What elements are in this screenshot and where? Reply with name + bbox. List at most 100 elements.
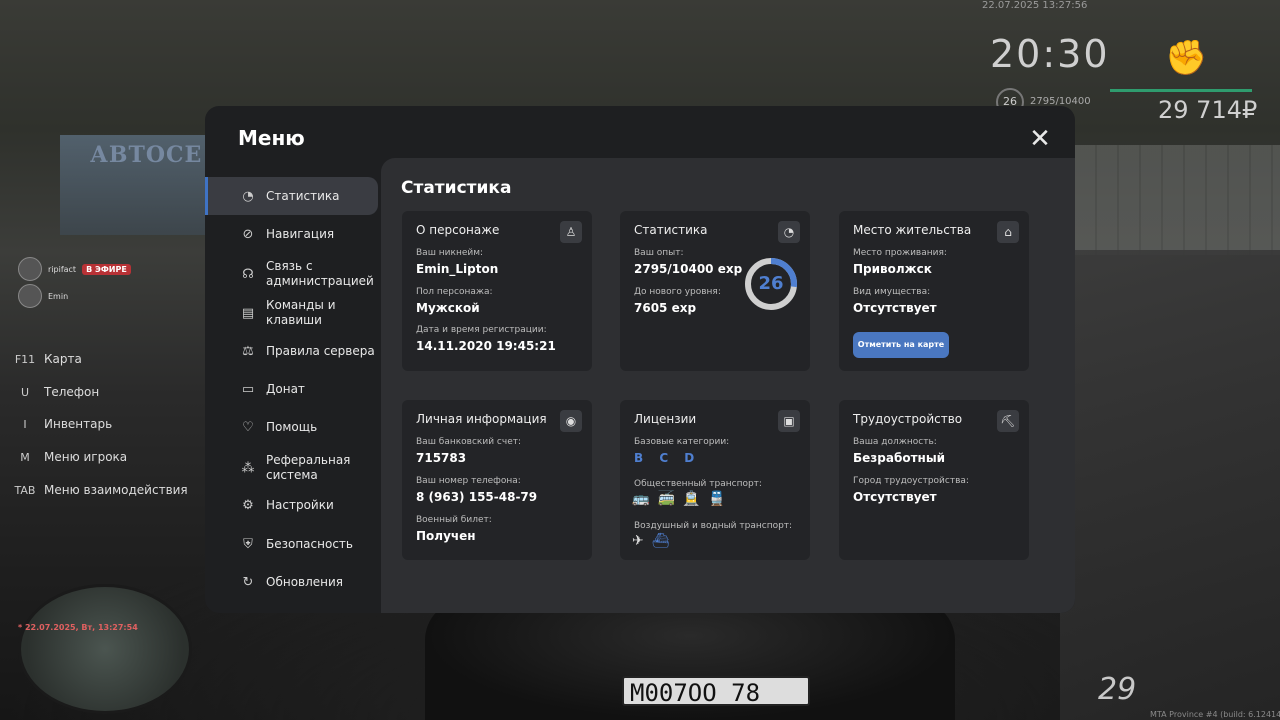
statistics-card: Статистика ◔ Ваш опыт: 2795/10400 exp До… xyxy=(620,211,810,371)
minimap-datetime: * 22.07.2025, Вт, 13:27:54 xyxy=(18,623,138,632)
shop-sign: АВТОСЕ xyxy=(90,142,203,168)
train-icon: 🚆 xyxy=(708,491,726,507)
position-label: Ваша должность: xyxy=(853,437,937,447)
wallet-icon: ▭ xyxy=(241,381,255,397)
residence-card: Место жительства ⌂ Место проживания: При… xyxy=(839,211,1029,371)
heart-hand-icon: ♡ xyxy=(242,419,254,435)
sidebar-item-navigation[interactable]: ⊘ Навигация xyxy=(205,220,375,248)
bg-wall xyxy=(1075,145,1280,255)
hotkey-label: Меню игрока xyxy=(44,450,128,464)
plane-icon: ✈ xyxy=(632,533,644,549)
tram-icon: 🚊 xyxy=(682,491,701,507)
gear-icon: ⚙ xyxy=(242,497,254,513)
menu-title: Меню xyxy=(238,126,305,150)
sidebar-item-label: Команды и клавиши xyxy=(266,298,336,327)
hud-health-bar xyxy=(1110,89,1252,92)
hotkey-key: F11 xyxy=(14,352,36,366)
sidebar-item-statistics[interactable]: ◔ Статистика xyxy=(205,177,378,215)
public-transport-label: Общественный транспорт: xyxy=(634,479,762,489)
headset-icon: ☊ xyxy=(242,266,254,282)
hotkey-phone: U Телефон xyxy=(12,385,99,399)
hud-clock: 20:30 xyxy=(990,32,1110,76)
property-value: Отсутствует xyxy=(853,301,937,315)
chat-name: Emin xyxy=(48,291,69,301)
sidebar-item-settings[interactable]: ⚙ Настройки xyxy=(205,491,375,519)
exp-value: 2795/10400 exp xyxy=(634,262,743,276)
sidebar-item-help[interactable]: ♡ Помощь xyxy=(205,413,375,441)
sidebar-item-admin-contact[interactable]: ☊ Связь с администрацией xyxy=(205,256,375,292)
live-badge: В ЭФИРЕ xyxy=(82,263,131,275)
menu-window: Меню ✕ ◔ Статистика ⊘ Навигация ☊ Связь с а… xyxy=(205,106,1075,613)
military-label: Военный билет: xyxy=(416,515,492,525)
stats-icon: ◔ xyxy=(242,188,254,204)
sidebar-item-label: Настройки xyxy=(266,498,334,512)
base-categories-label: Базовые категории: xyxy=(634,437,730,447)
base-categories-value: B C D xyxy=(634,451,701,465)
voice-chat-row: ripifact В ЭФИРЕ xyxy=(18,257,131,281)
sidebar-item-security[interactable]: ⛨ Безопасность xyxy=(205,530,375,558)
hotkey-map: F11 Карта xyxy=(12,352,82,366)
hotkey-label: Инвентарь xyxy=(44,417,113,431)
fist-icon: ✊ xyxy=(1165,38,1208,78)
licenses-card: Лицензии ▣ Базовые категории: B C D Обще… xyxy=(620,400,810,560)
air-water-label: Воздушный и водный транспорт: xyxy=(634,521,793,531)
personal-card: Личная информация ◉ Ваш банковский счет:… xyxy=(402,400,592,560)
trolleybus-icon: 🚎 xyxy=(657,491,675,507)
sidebar-item-rules[interactable]: ⚖ Правила сервера xyxy=(205,337,375,365)
employment-city-label: Город трудоустройства: xyxy=(853,476,969,486)
bus-icon: 🚌 xyxy=(632,491,650,507)
id-card-icon: ▣ xyxy=(778,410,800,432)
minimap xyxy=(18,584,192,714)
hotkey-key: U xyxy=(20,385,30,399)
user-circle-icon: ◉ xyxy=(560,410,582,432)
sidebar-item-donate[interactable]: ▭ Донат xyxy=(205,375,375,403)
card-title: Лицензии xyxy=(634,412,697,426)
card-title: Статистика xyxy=(634,223,708,237)
bank-label: Ваш банковский счет: xyxy=(416,437,522,447)
license-plate: М007ОО 78 xyxy=(622,676,810,707)
mark-on-map-button[interactable]: Отметить на карте xyxy=(853,332,949,358)
next-level-value: 7605 exp xyxy=(634,301,697,315)
hotkey-label: Телефон xyxy=(44,385,100,399)
residence-value: Приволжск xyxy=(853,262,932,276)
user-icon: ♙ xyxy=(560,221,582,243)
phone-value: 8 (963) 155-48-79 xyxy=(416,490,538,504)
sidebar-item-label: Безопасность xyxy=(266,537,353,551)
refresh-icon: ↻ xyxy=(242,574,254,590)
gender-value: Мужской xyxy=(416,301,480,315)
card-title: Личная информация xyxy=(416,412,547,426)
home-icon: ⌂ xyxy=(997,221,1019,243)
property-label: Вид имущества: xyxy=(853,287,931,297)
bg-road xyxy=(1060,250,1280,720)
sidebar-item-updates[interactable]: ↻ Обновления xyxy=(205,568,375,596)
scales-icon: ⚖ xyxy=(242,343,254,359)
hotkey-key: M xyxy=(20,450,30,464)
sidebar-item-label: Статистика xyxy=(266,189,340,203)
character-card: О персонаже ♙ Ваш никнейм: Emin_Lipton П… xyxy=(402,211,592,371)
shield-icon: ⛨ xyxy=(243,536,253,552)
sidebar-item-label: Правила сервера xyxy=(266,344,375,358)
network-icon: ⁂ xyxy=(241,460,255,476)
card-title: О персонаже xyxy=(416,223,500,237)
build-info: MTA Province #4 (build: 6.12414.9 xyxy=(1150,710,1280,719)
hotkey-key: I xyxy=(23,417,27,431)
boat-icon: ⛴ xyxy=(651,533,670,549)
sidebar-item-commands[interactable]: ▤ Команды и клавиши xyxy=(205,295,375,331)
sidebar-item-referral[interactable]: ⁂ Реферальная система xyxy=(205,450,375,486)
hud-money: 29 714₽ xyxy=(1158,96,1258,124)
phone-label: Ваш номер телефона: xyxy=(416,476,521,486)
avatar xyxy=(18,284,42,308)
sidebar-item-label: Навигация xyxy=(266,227,335,241)
hotkey-inventory: I Инвентарь xyxy=(12,417,112,431)
exp-label: Ваш опыт: xyxy=(634,248,684,258)
stats-icon: ◔ xyxy=(778,221,800,243)
sidebar-item-label: Реферальная система xyxy=(266,453,351,482)
close-button[interactable]: ✕ xyxy=(1027,126,1053,152)
registration-label: Дата и время регистрации: xyxy=(416,325,547,335)
sidebar-item-label: Помощь xyxy=(266,420,318,434)
chat-name: ripifact xyxy=(48,264,77,274)
position-value: Безработный xyxy=(853,451,946,465)
hotkey-player-menu: M Меню игрока xyxy=(12,450,127,464)
close-icon: ✕ xyxy=(1029,124,1051,154)
page-title: Статистика xyxy=(401,178,512,198)
